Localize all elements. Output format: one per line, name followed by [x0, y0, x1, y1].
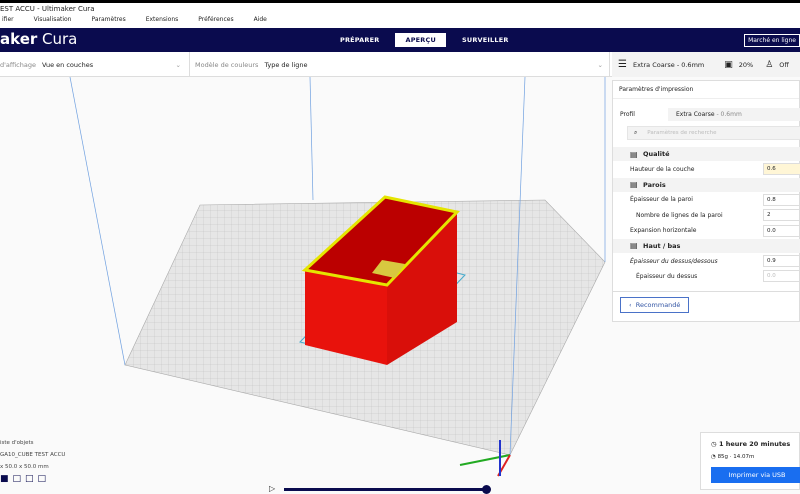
- print-settings-summary[interactable]: ☰ Extra Coarse - 0.6mm ▣ 20% ♙ Off: [612, 52, 800, 77]
- chevron-down-icon: ⌄: [175, 60, 181, 69]
- marketplace-button[interactable]: Marché en ligne: [744, 34, 800, 47]
- setting-value-input[interactable]: 0.0: [763, 270, 800, 283]
- tab-2[interactable]: SURVEILLER: [452, 33, 519, 47]
- color-scheme-select[interactable]: Modèle de couleurs Type de ligne ⌄: [195, 52, 610, 77]
- settings-section[interactable]: Haut / bas ▤: [613, 238, 800, 253]
- material-estimate: 85g · 14.07m: [717, 454, 755, 460]
- infill-value: 20%: [738, 60, 754, 69]
- view-front-icon[interactable]: □: [13, 474, 22, 484]
- print-settings-panel: Paramètres d'impression Profil Extra Coa…: [612, 80, 800, 322]
- view-top-icon[interactable]: □: [25, 474, 34, 484]
- setting-label: Épaisseur du dessus/dessous: [630, 257, 718, 265]
- setting-label: Nombre de lignes de la paroi: [636, 211, 723, 219]
- menu-item[interactable]: Paramètres: [91, 16, 125, 28]
- setting-label: Épaisseur de la paroi: [630, 196, 693, 204]
- view-type-value: Vue en couches: [41, 60, 94, 69]
- view-toolbar: d'affichage Vue en couches ⌄ Modèle de c…: [0, 52, 800, 77]
- object-list-toggle[interactable]: iste d'objets: [0, 440, 65, 446]
- print-estimate: ◷ 1 heure 20 minutes ◔ 85g · 14.07m Impr…: [700, 432, 800, 490]
- menu-item[interactable]: Aide: [254, 16, 267, 28]
- settings-search-input[interactable]: ⌕ Paramètres de recherche: [627, 126, 800, 140]
- support-value: Off: [779, 60, 789, 69]
- layer-slider[interactable]: [284, 488, 488, 491]
- setting-row[interactable]: Hauteur de la couche 0.6: [613, 162, 800, 176]
- view-type-label: d'affichage: [0, 60, 36, 69]
- setting-label: Hauteur de la couche: [630, 165, 695, 173]
- clock-icon: ◷: [711, 440, 717, 448]
- setting-value-input[interactable]: 0.0: [763, 224, 800, 237]
- play-icon[interactable]: ▷: [269, 484, 275, 493]
- setting-label: Épaisseur du dessus: [636, 272, 698, 280]
- search-icon: ⌕: [634, 129, 638, 136]
- menu-item[interactable]: Extensions: [146, 16, 179, 28]
- object-dimensions: x 50.0 x 50.0 mm: [0, 464, 49, 470]
- title-bar: EST ACCU - Ultimaker Cura: [0, 0, 800, 16]
- setting-label: Expansion horizontale: [630, 227, 697, 234]
- object-name: GA10_CUBE TEST ACCU: [0, 452, 66, 458]
- menu-item[interactable]: Préférences: [198, 16, 233, 28]
- menu-item[interactable]: ifier: [2, 16, 14, 28]
- setting-value-input[interactable]: 0.9: [763, 255, 800, 268]
- setting-row[interactable]: Épaisseur du dessus/dessous 0.9: [613, 254, 800, 268]
- chevron-down-icon: ⌄: [597, 60, 603, 69]
- setting-value-input[interactable]: 2: [763, 209, 800, 222]
- panel-title: Paramètres d'impression: [613, 81, 799, 99]
- setting-row[interactable]: Expansion horizontale 0.0: [613, 224, 800, 238]
- setting-value-input[interactable]: 0.6: [763, 163, 800, 176]
- infill-icon: ▣: [724, 59, 733, 70]
- setting-row[interactable]: Épaisseur de la paroi 0.8: [613, 193, 800, 207]
- object-list: iste d'objets GA10_CUBE TEST ACCU x 50.0…: [0, 440, 65, 484]
- profile-label: Profil: [620, 110, 635, 118]
- chevron-left-icon: ‹: [629, 301, 632, 309]
- settings-section[interactable]: Qualité ▤: [613, 147, 800, 161]
- profile-select[interactable]: Extra Coarse - 0.6mm: [668, 107, 800, 121]
- profile-summary: Extra Coarse - 0.6mm: [632, 60, 705, 69]
- x-axis: [459, 454, 511, 466]
- section-icon: ▤: [630, 149, 638, 159]
- profile-row: Profil Extra Coarse - 0.6mm: [613, 107, 800, 121]
- view-side-icon[interactable]: □: [38, 474, 47, 484]
- tab-0[interactable]: PRÉPARER: [330, 33, 389, 47]
- print-time: 1 heure 20 minutes: [718, 440, 791, 448]
- view-type-select[interactable]: d'affichage Vue en couches ⌄: [0, 52, 190, 77]
- logo: aker Cura: [0, 30, 78, 48]
- setting-label: Haut / bas: [643, 241, 681, 250]
- spool-icon: ◔: [711, 454, 716, 460]
- section-icon: ▤: [630, 180, 638, 190]
- setting-value-input[interactable]: 0.8: [763, 193, 800, 206]
- sliders-icon: ☰: [618, 59, 627, 70]
- print-usb-button[interactable]: Imprimer via USB: [711, 467, 800, 483]
- window-title: EST ACCU - Ultimaker Cura: [0, 5, 95, 13]
- menu-bar: ifier Visualisation Paramètres Extensions Pr…: [0, 16, 800, 28]
- view-3d-icon[interactable]: ■: [0, 474, 9, 484]
- setting-row[interactable]: Nombre de lignes de la paroi 2: [613, 208, 800, 222]
- settings-section[interactable]: Parois ▤: [613, 177, 800, 192]
- recommended-button[interactable]: ‹ Recommandé: [620, 297, 690, 313]
- section-icon: ▤: [630, 241, 638, 251]
- setting-row[interactable]: Épaisseur du dessus 0.0: [613, 269, 800, 283]
- tab-1[interactable]: APERÇU: [395, 33, 446, 47]
- menu-item[interactable]: Visualisation: [34, 16, 72, 28]
- setting-label: Parois: [643, 180, 666, 189]
- color-scheme-value: Type de ligne: [264, 60, 308, 69]
- app-header: aker Cura PRÉPARER APERÇU SURVEILLER March…: [0, 28, 800, 52]
- setting-label: Qualité: [643, 150, 670, 158]
- color-scheme-label: Modèle de couleurs: [195, 60, 259, 69]
- support-icon: ♙: [765, 59, 774, 70]
